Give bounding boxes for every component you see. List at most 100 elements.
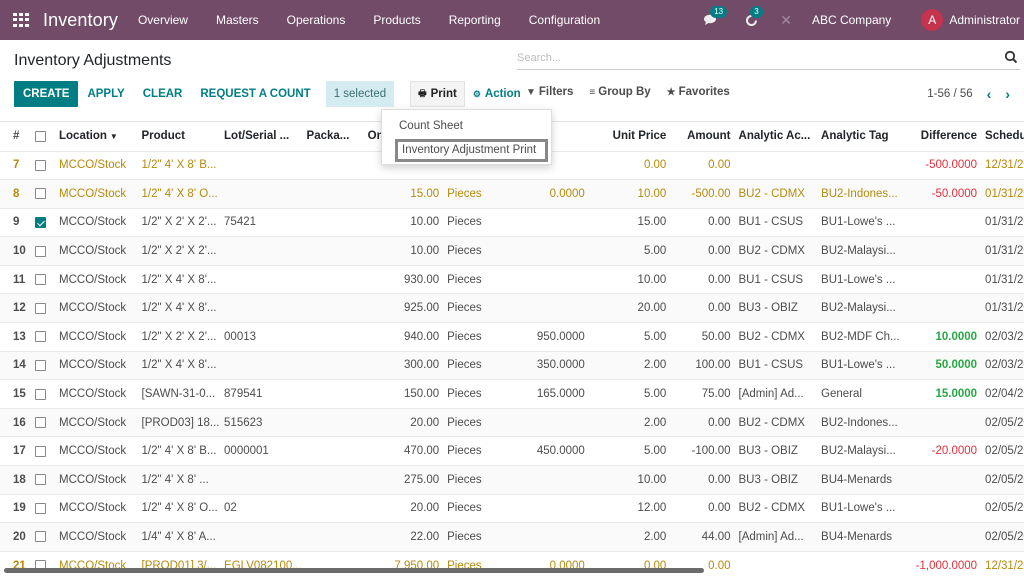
menu-masters[interactable]: Masters: [216, 13, 259, 27]
print-count-sheet[interactable]: Count Sheet: [382, 117, 551, 139]
app-name[interactable]: Inventory: [43, 10, 118, 31]
cell-difference: -1,000.0000: [899, 550, 982, 577]
table-row[interactable]: 8 MCCO/Stock 1/2" 4' X 8' O... 15.00 Pieces 0…: [0, 179, 1024, 209]
row-checkbox[interactable]: [34, 417, 46, 429]
cell-uom: Pieces: [443, 379, 500, 409]
row-checkbox[interactable]: [34, 388, 46, 400]
group-by-button[interactable]: ≡ Group By: [589, 86, 650, 98]
apps-menu-icon[interactable]: [13, 13, 29, 27]
table-row[interactable]: 18 MCCO/Stock 1/2" 4' X 8' ... 275.00 Pieces…: [0, 465, 1024, 495]
company-switcher[interactable]: ABC Company: [812, 13, 891, 27]
horizontal-scrollbar[interactable]: [4, 568, 704, 573]
cell-location: MCCO/Stock: [55, 150, 138, 180]
table-row[interactable]: 16 MCCO/Stock [PROD03] 18... 515623 20.00 Pie…: [0, 407, 1024, 437]
pager-value[interactable]: 1-56 / 56: [927, 88, 972, 100]
apply-button[interactable]: APPLY: [78, 81, 133, 107]
create-button[interactable]: CREATE: [14, 81, 79, 107]
cell-counted: [499, 236, 589, 266]
cell-difference: [899, 293, 982, 323]
row-checkbox[interactable]: [34, 359, 46, 371]
menu-overview[interactable]: Overview: [138, 13, 188, 27]
user-avatar[interactable]: A: [921, 9, 944, 31]
user-menu[interactable]: Administrator: [949, 13, 1020, 27]
table-row[interactable]: 14 MCCO/Stock 1/2" X 4' X 8'... 300.00 Piece…: [0, 350, 1024, 380]
row-checkbox[interactable]: [34, 502, 46, 514]
table-row[interactable]: 12 MCCO/Stock 1/2" X 4' X 8'... 925.00 Piece…: [0, 293, 1024, 323]
pager-previous-icon[interactable]: ‹: [987, 86, 992, 102]
pager-next-icon[interactable]: ›: [1005, 86, 1010, 102]
column-analytic-account[interactable]: Analytic Ac...: [735, 122, 818, 151]
cell-analytic-account: [Admin] Ad...: [734, 522, 818, 552]
table-row[interactable]: 10 MCCO/Stock 1/2" X 2' X 2'... 10.00 Pieces…: [0, 236, 1024, 266]
table-row[interactable]: 17 MCCO/Stock 1/2" 4' X 8' B... 0000001 470.…: [0, 436, 1024, 466]
table-body: 7 MCCO/Stock 1/2" 4' X 8' B... 0.00 0.00 -500…: [0, 150, 1024, 577]
row-checkbox[interactable]: [34, 159, 46, 171]
select-all-checkbox[interactable]: [34, 130, 46, 142]
filters-button[interactable]: ▼ Filters: [526, 86, 573, 98]
star-icon: ★: [666, 86, 676, 98]
table-row[interactable]: 11 MCCO/Stock 1/2" X 4' X 8'... 930.00 Piece…: [0, 264, 1024, 294]
row-checkbox[interactable]: [34, 445, 46, 457]
cell-analytic-tag: General: [817, 379, 900, 409]
print-button[interactable]: 🖶 Print: [410, 81, 465, 107]
column-package[interactable]: Packa...: [303, 122, 364, 151]
cell-amount: 0.00: [670, 493, 735, 523]
activities-button[interactable]: 3: [740, 6, 763, 30]
row-checkbox[interactable]: [34, 302, 46, 314]
table-row[interactable]: 13 MCCO/Stock 1/2" X 2' X 2'... 00013 940.00…: [0, 322, 1024, 352]
cell-scheduled: 02/05/2022: [981, 493, 1024, 523]
row-checkbox[interactable]: [34, 274, 46, 286]
column-lot-serial[interactable]: Lot/Serial ...: [220, 122, 303, 151]
table-row[interactable]: 19 MCCO/Stock 1/2" 4' X 8' O... 02 20.00 Piec…: [0, 493, 1024, 523]
table-row[interactable]: 15 MCCO/Stock [SAWN-31-0... 879541 150.00 Pie…: [0, 379, 1024, 409]
menu-operations[interactable]: Operations: [287, 13, 346, 27]
cell-scheduled: 02/05/2022: [981, 522, 1024, 552]
menu-reporting[interactable]: Reporting: [449, 13, 501, 27]
menu-configuration[interactable]: Configuration: [529, 13, 600, 27]
cell-on-hand: 300.00: [363, 350, 444, 380]
row-checkbox[interactable]: [34, 474, 46, 486]
cell-scheduled: 02/05/2022: [981, 407, 1024, 437]
cell-location: MCCO/Stock: [55, 264, 138, 294]
row-checkbox[interactable]: [34, 331, 46, 343]
debug-tools-icon[interactable]: ✕: [780, 12, 792, 29]
cell-unit-price: 10.00: [588, 264, 671, 294]
print-inventory-adjustment[interactable]: Inventory Adjustment Print: [395, 139, 548, 162]
clear-button[interactable]: CLEAR: [134, 81, 192, 107]
table-row[interactable]: 20 MCCO/Stock 1/4" 4' X 8' A... 22.00 Pieces…: [0, 522, 1024, 552]
cell-unit-price: 10.00: [588, 465, 671, 495]
column-amount[interactable]: Amount: [670, 122, 734, 151]
print-dropdown-menu: Count Sheet Inventory Adjustment Print: [381, 109, 552, 165]
column-product[interactable]: Product: [138, 122, 221, 151]
search-input[interactable]: [517, 48, 987, 68]
favorites-button[interactable]: ★ Favorites: [667, 86, 730, 98]
search-icon[interactable]: [1004, 50, 1018, 64]
row-checkbox[interactable]: [34, 531, 46, 543]
row-checkbox[interactable]: [34, 245, 46, 257]
cell-product: [SAWN-31-0...: [137, 379, 221, 409]
row-index: 18: [0, 465, 31, 495]
column-scheduled[interactable]: Scheduled: [981, 122, 1024, 151]
column-location[interactable]: Location ▼: [55, 122, 138, 151]
menu-products[interactable]: Products: [373, 13, 420, 27]
action-button[interactable]: ⚙ Action: [465, 81, 529, 107]
row-checkbox[interactable]: [34, 188, 46, 200]
cell-product: 1/2" 4' X 8' B...: [137, 150, 221, 180]
column-analytic-tag[interactable]: Analytic Tag: [817, 122, 900, 151]
row-index: 11: [0, 264, 31, 294]
cell-uom: Pieces: [443, 350, 500, 380]
column-difference[interactable]: Difference: [900, 122, 982, 151]
cell-package: [302, 322, 364, 352]
cell-analytic-account: BU2 - CDMX: [734, 322, 818, 352]
search-bar: [517, 48, 1020, 70]
row-checkbox[interactable]: [34, 216, 46, 228]
cell-analytic-tag: BU1-Lowe's ...: [817, 350, 900, 380]
column-unit-price[interactable]: Unit Price: [589, 122, 671, 151]
messages-button[interactable]: 13: [700, 6, 728, 30]
cell-on-hand: 15.00: [363, 179, 444, 209]
request-count-button[interactable]: REQUEST A COUNT: [191, 81, 319, 107]
cell-lot-serial: [220, 465, 303, 495]
cell-location: MCCO/Stock: [55, 379, 138, 409]
table-row[interactable]: 9 MCCO/Stock 1/2" X 2' X 2'... 75421 10.00 Pi…: [0, 207, 1024, 237]
table-row[interactable]: 21 MCCO/Stock [PROD01] 3/... EGLV082100... 7…: [0, 550, 1024, 577]
